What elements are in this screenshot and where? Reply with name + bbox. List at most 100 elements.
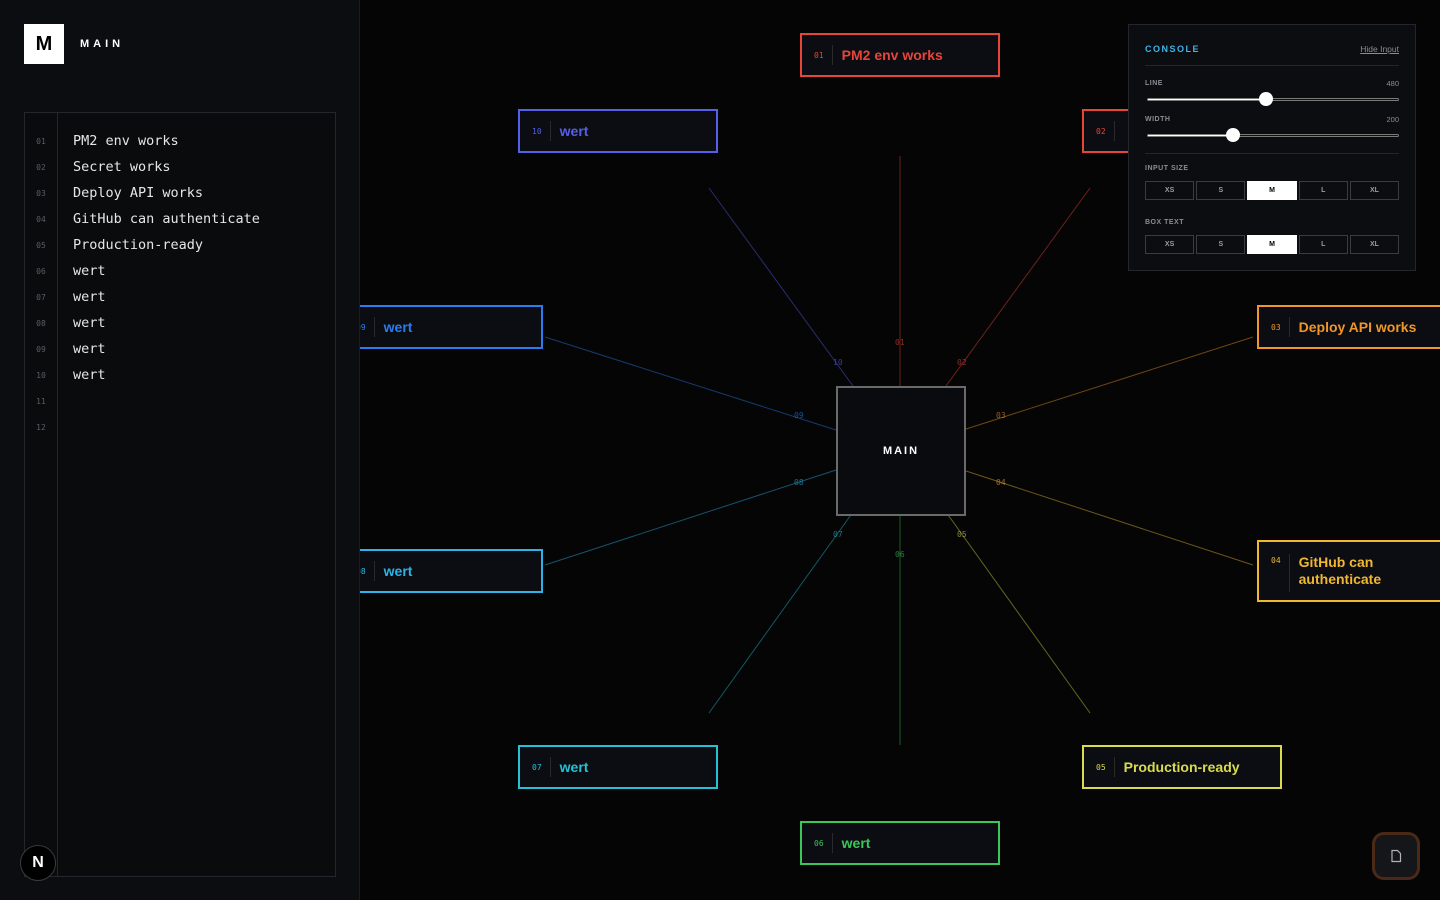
- line-slider-thumb[interactable]: [1258, 92, 1273, 106]
- node-number: 04: [1259, 554, 1290, 592]
- line-number: 05: [36, 241, 46, 250]
- logo[interactable]: M: [24, 24, 64, 64]
- graph-node-10[interactable]: 10 wert: [518, 109, 718, 153]
- node-number: 06: [802, 833, 833, 853]
- editor-line: wert: [73, 315, 106, 331]
- console-panel: CONSOLE Hide Input LINE 480 WIDTH 200 IN…: [1128, 24, 1416, 271]
- box-text-option-s[interactable]: S: [1196, 235, 1246, 254]
- node-label: wert: [559, 758, 589, 775]
- editor-line: PM2 env works: [73, 133, 179, 149]
- box-text-option-xl[interactable]: XL: [1349, 235, 1400, 254]
- node-number: 01: [802, 45, 833, 65]
- node-label: Deploy API works: [1298, 318, 1417, 335]
- edge-line: [708, 187, 854, 387]
- edge-label: 08: [794, 478, 804, 487]
- box-text-label: BOX TEXT: [1145, 219, 1185, 226]
- box-text-selector: XS S M L XL: [1145, 235, 1400, 254]
- edge-line: [945, 187, 1091, 387]
- input-size-selector: XS S M L XL: [1145, 181, 1400, 200]
- graph-node-06[interactable]: 06 wert: [800, 821, 1000, 865]
- sidebar: M MAIN 01 02 03 04 05 06 07 08 09 10 11 12 PM2 env …: [0, 0, 360, 900]
- edge-label: 01: [895, 338, 905, 347]
- box-text-option-xs[interactable]: XS: [1145, 235, 1195, 254]
- node-number: 02: [1084, 121, 1115, 141]
- edge-label: 10: [833, 358, 843, 367]
- edge-line: [544, 469, 837, 566]
- width-slider-fill: [1148, 135, 1233, 136]
- line-slider-label: LINE: [1145, 80, 1163, 87]
- center-node[interactable]: MAIN: [836, 386, 966, 516]
- editor-line: GitHub can authenticate: [73, 211, 260, 227]
- editor-line: Deploy API works: [73, 185, 204, 201]
- document-icon: [1391, 849, 1402, 863]
- editor-line: Production-ready: [73, 237, 204, 253]
- node-number: 10: [520, 121, 551, 141]
- edge-label: 03: [996, 411, 1006, 420]
- node-number: 08: [360, 561, 375, 581]
- document-button[interactable]: [1372, 832, 1420, 880]
- hide-input-link[interactable]: Hide Input: [1360, 44, 1399, 54]
- graph-node-03[interactable]: 03 Deploy API works: [1257, 305, 1440, 349]
- line-number: 12: [36, 423, 46, 432]
- line-slider-fill: [1148, 99, 1266, 100]
- edge-line: [962, 469, 1254, 566]
- edge-line: [962, 336, 1254, 431]
- node-label: wert: [383, 562, 413, 579]
- edge-label: 04: [996, 478, 1006, 487]
- edge-label: 05: [957, 530, 967, 539]
- input-size-option-m[interactable]: M: [1247, 181, 1297, 200]
- width-slider[interactable]: [1147, 128, 1399, 142]
- graph-node-08[interactable]: 08 wert: [360, 549, 543, 593]
- edge-label: 06: [895, 550, 905, 559]
- node-label: wert: [383, 318, 413, 335]
- input-size-label: INPUT SIZE: [1145, 165, 1189, 172]
- text-editor[interactable]: 01 02 03 04 05 06 07 08 09 10 11 12 PM2 env works Se…: [24, 112, 336, 877]
- line-number: 10: [36, 371, 46, 380]
- console-title: CONSOLE: [1145, 44, 1201, 54]
- editor-line: wert: [73, 341, 106, 357]
- edge-line: [708, 511, 854, 714]
- node-label: wert: [559, 122, 589, 139]
- box-text-option-l[interactable]: L: [1298, 235, 1348, 254]
- box-text-option-m[interactable]: M: [1247, 235, 1297, 254]
- input-size-option-xs[interactable]: XS: [1145, 181, 1195, 200]
- width-slider-thumb[interactable]: [1226, 128, 1240, 142]
- line-number: 03: [36, 189, 46, 198]
- width-slider-label: WIDTH: [1145, 116, 1171, 123]
- next-logo-badge[interactable]: N: [20, 845, 56, 881]
- edge-label: 02: [957, 358, 967, 367]
- graph-node-07[interactable]: 07 wert: [518, 745, 718, 789]
- edge-label: 07: [833, 530, 843, 539]
- line-number: 01: [36, 137, 46, 146]
- graph-node-09[interactable]: 09 wert: [360, 305, 543, 349]
- editor-line: wert: [73, 367, 106, 383]
- line-gutter: 01 02 03 04 05 06 07 08 09 10 11 12: [25, 113, 58, 876]
- input-size-option-xl[interactable]: XL: [1349, 181, 1400, 200]
- edge-line: [945, 511, 1091, 714]
- line-number: 04: [36, 215, 46, 224]
- width-slider-value: 200: [1386, 115, 1399, 124]
- graph-node-04[interactable]: 04 GitHub can authenticate: [1257, 540, 1440, 602]
- node-label: GitHub can authenticate: [1298, 554, 1382, 587]
- node-label: Production-ready: [1123, 758, 1240, 775]
- node-number: 05: [1084, 757, 1115, 777]
- editor-line: wert: [73, 289, 106, 305]
- node-label: PM2 env works: [841, 46, 943, 63]
- app-title: MAIN: [80, 38, 125, 50]
- line-number: 02: [36, 163, 46, 172]
- input-size-option-s[interactable]: S: [1196, 181, 1246, 200]
- editor-line: wert: [73, 263, 106, 279]
- edge-line: [544, 336, 837, 431]
- node-number: 07: [520, 757, 551, 777]
- graph-node-05[interactable]: 05 Production-ready: [1082, 745, 1282, 789]
- divider: [1145, 153, 1399, 154]
- divider: [1145, 65, 1399, 66]
- line-number: 06: [36, 267, 46, 276]
- line-number: 11: [36, 397, 46, 406]
- node-number: 03: [1259, 317, 1290, 337]
- input-size-option-l[interactable]: L: [1298, 181, 1348, 200]
- line-slider[interactable]: [1147, 92, 1399, 106]
- line-number: 07: [36, 293, 46, 302]
- graph-node-01[interactable]: 01 PM2 env works: [800, 33, 1000, 77]
- editor-line: Secret works: [73, 159, 171, 175]
